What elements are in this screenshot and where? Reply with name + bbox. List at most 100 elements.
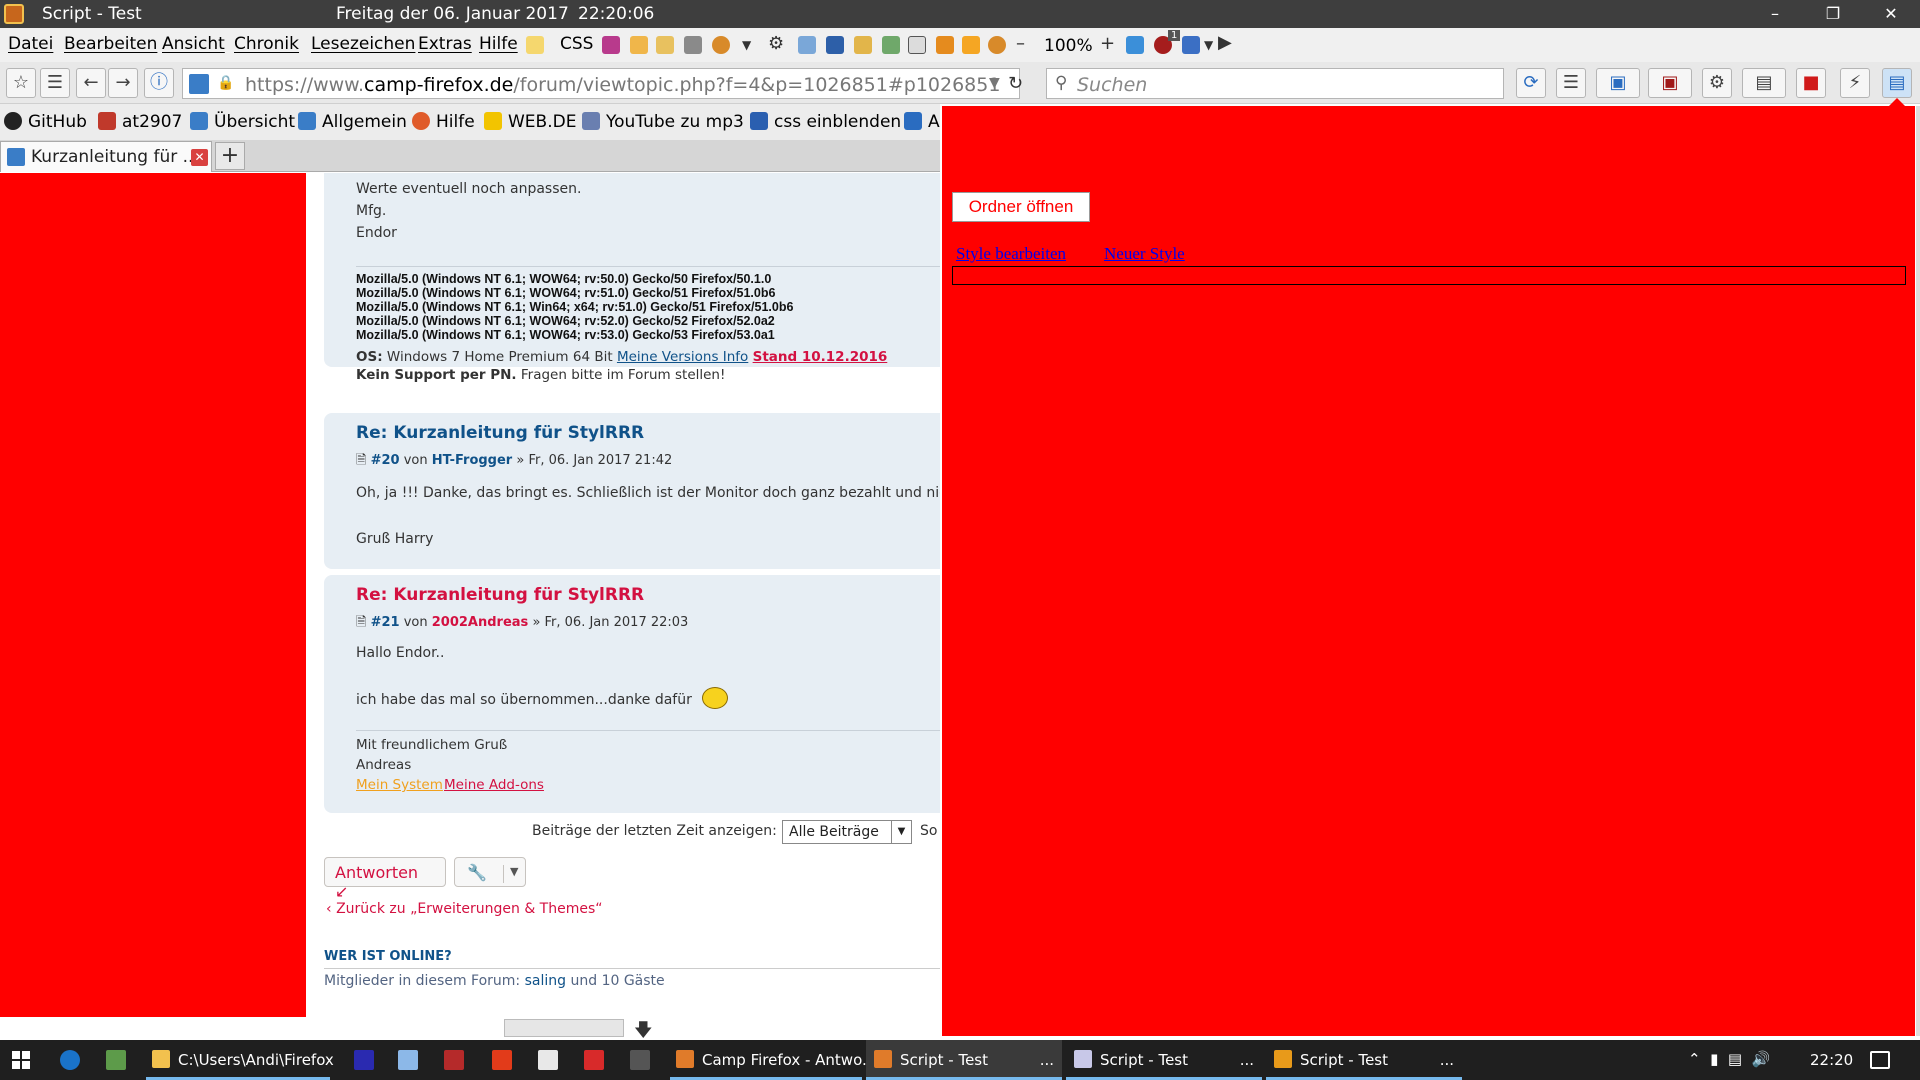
bookmark-a[interactable]: A	[904, 112, 940, 132]
info-icon[interactable]: ⓘ	[144, 68, 174, 98]
menu-extras[interactable]: Extras	[418, 34, 472, 54]
menu-lesezeichen[interactable]: Lesezeichen	[311, 34, 415, 54]
system-tray[interactable]: ⌃ ▮ ▤ 🔊	[1688, 1050, 1770, 1068]
tab-kurzanleitung[interactable]: Kurzanleitung für ... ✕	[0, 141, 212, 172]
bookmark-uebersicht[interactable]: Übersicht	[190, 112, 295, 132]
taskbar-item-script-test-1[interactable]: Script - Test...	[866, 1040, 1062, 1080]
meine-addons-link[interactable]: Meine Add-ons	[444, 777, 544, 793]
app-icon[interactable]	[354, 1050, 374, 1070]
stand-link[interactable]: Stand 10.12.2016	[753, 349, 888, 365]
download-arrow-icon[interactable]	[962, 36, 980, 54]
menu-css[interactable]: CSS	[560, 34, 593, 54]
sort-select[interactable]: Alle Beiträge ▼	[782, 820, 912, 844]
bookmark-webde[interactable]: WEB.DE	[484, 112, 576, 132]
clipboard-icon[interactable]: ▤	[1742, 68, 1786, 98]
app-icon[interactable]	[538, 1050, 558, 1070]
zoom-out-icon[interactable]: –	[1016, 33, 1025, 54]
script-icon[interactable]: ⚡	[1840, 68, 1870, 98]
app-icon[interactable]	[398, 1050, 418, 1070]
post-20: Re: Kurzanleitung für StylRRR 🗎 #20 von …	[324, 413, 940, 569]
vertical-scrollbar[interactable]	[1916, 106, 1920, 1036]
windows-start-icon[interactable]	[12, 1051, 31, 1070]
folder-open-icon[interactable]	[854, 36, 872, 54]
notepad-icon[interactable]	[106, 1050, 126, 1070]
pdf-icon[interactable]: ■	[1796, 68, 1826, 98]
sync-icon[interactable]: ⟳	[1516, 68, 1546, 98]
stylish-icon[interactable]: ▤	[1882, 68, 1912, 98]
menu-bearbeiten[interactable]: Bearbeiten	[64, 34, 157, 54]
url-bar[interactable]: 🔒 https://www.camp-firefox.de/forum/view…	[182, 68, 1020, 99]
addon-icon[interactable]	[882, 36, 900, 54]
taskbar-clock[interactable]: 22:20	[1810, 1040, 1853, 1080]
chevron-down-icon[interactable]: ▼	[1204, 38, 1213, 52]
online-user-link[interactable]: saling	[525, 973, 566, 989]
screenshot-icon[interactable]: ▣	[1648, 68, 1692, 98]
taskbar-item-explorer[interactable]: C:\Users\Andi\Firefox	[146, 1040, 334, 1080]
style-list-box[interactable]	[952, 266, 1906, 285]
bookmark-youtube-mp3[interactable]: YouTube zu mp3	[582, 112, 744, 132]
tab-close-icon[interactable]: ✕	[191, 149, 208, 166]
edit-style-link[interactable]: Style bearbeiten	[956, 244, 1066, 264]
bookmark-at2907[interactable]: at2907	[98, 112, 182, 132]
chevron-down-icon[interactable]: ▼	[742, 38, 751, 52]
post-title[interactable]: Re: Kurzanleitung für StylRRR	[356, 585, 644, 605]
mein-system-link[interactable]: Mein System	[356, 777, 443, 793]
bookmark-star-icon[interactable]: ☆	[6, 68, 36, 98]
bookmark-css-einblenden[interactable]: css einblenden	[750, 112, 901, 132]
zoom-in-icon[interactable]: +	[1100, 33, 1115, 54]
play-icon[interactable]: ▶	[1218, 32, 1232, 53]
reply-button[interactable]: Antworten ↙	[324, 857, 446, 901]
bookmark-hilfe[interactable]: Hilfe	[412, 112, 475, 132]
app-icon[interactable]	[584, 1050, 604, 1070]
download-icon[interactable]	[492, 1050, 512, 1070]
app-icon[interactable]	[630, 1050, 650, 1070]
menu-ansicht[interactable]: Ansicht	[162, 34, 225, 54]
versions-info-link[interactable]: Meine Versions Info	[617, 349, 748, 365]
taskbar-item-script-test-3[interactable]: Script - Test...	[1266, 1040, 1462, 1080]
gear-icon[interactable]: ⚙	[768, 33, 784, 54]
tools-button[interactable]: 🔧 ▼	[454, 857, 526, 887]
edit-icon[interactable]	[526, 36, 544, 54]
sync-icon[interactable]	[1126, 36, 1144, 54]
addon-icon[interactable]	[684, 36, 702, 54]
restore-icon[interactable]: ❐	[1804, 0, 1862, 28]
tools-icon[interactable]: ⚙	[1702, 68, 1732, 98]
menu-icon[interactable]: ☰	[1556, 68, 1586, 98]
horizontal-scrollbar[interactable]	[504, 1019, 624, 1037]
layout-icon[interactable]	[826, 36, 844, 54]
addon-icon[interactable]	[908, 36, 926, 54]
smiley-icon[interactable]	[988, 36, 1006, 54]
forward-icon[interactable]: →	[108, 68, 138, 98]
briefcase-icon[interactable]: ▣	[1596, 68, 1640, 98]
menu-datei[interactable]: Datei	[8, 34, 53, 54]
bookmark-github[interactable]: GitHub	[4, 112, 87, 132]
puzzle-icon[interactable]	[1182, 36, 1200, 54]
lock-icon[interactable]: 🔒	[217, 75, 234, 91]
close-icon[interactable]: ✕	[1862, 0, 1920, 28]
addon-icon[interactable]	[656, 36, 674, 54]
edge-icon[interactable]	[60, 1050, 80, 1070]
taskbar-item-script-test-2[interactable]: Script - Test...	[1066, 1040, 1262, 1080]
menu-hilfe[interactable]: Hilfe	[479, 34, 518, 54]
smiley-icon[interactable]	[712, 36, 730, 54]
new-style-link[interactable]: Neuer Style	[1104, 244, 1185, 264]
addon-icon[interactable]	[602, 36, 620, 54]
search-bar[interactable]: ⚲ Suchen	[1046, 68, 1504, 99]
minimize-icon[interactable]: –	[1746, 0, 1804, 28]
reader-icon[interactable]: ☰	[40, 68, 70, 98]
reload-icon[interactable]: ↻	[1008, 73, 1023, 94]
addon-icon[interactable]	[936, 36, 954, 54]
back-to-forum-link[interactable]: ‹ Zurück zu „Erweiterungen & Themes“	[326, 901, 603, 917]
url-dropdown-icon[interactable]: ▼	[989, 75, 1000, 91]
folder-icon[interactable]	[798, 36, 816, 54]
bookmark-allgemein[interactable]: Allgemein	[298, 112, 407, 132]
notification-icon[interactable]	[1870, 1051, 1890, 1069]
open-folder-button[interactable]: Ordner öffnen	[952, 192, 1090, 222]
back-icon[interactable]: ←	[76, 68, 106, 98]
menu-chronik[interactable]: Chronik	[234, 34, 299, 54]
post-title[interactable]: Re: Kurzanleitung für StylRRR	[356, 423, 644, 443]
new-tab-button[interactable]: +	[215, 142, 245, 170]
addon-icon[interactable]	[630, 36, 648, 54]
app-icon[interactable]	[444, 1050, 464, 1070]
taskbar-item-camp-firefox[interactable]: Camp Firefox - Antwo...	[670, 1040, 876, 1080]
